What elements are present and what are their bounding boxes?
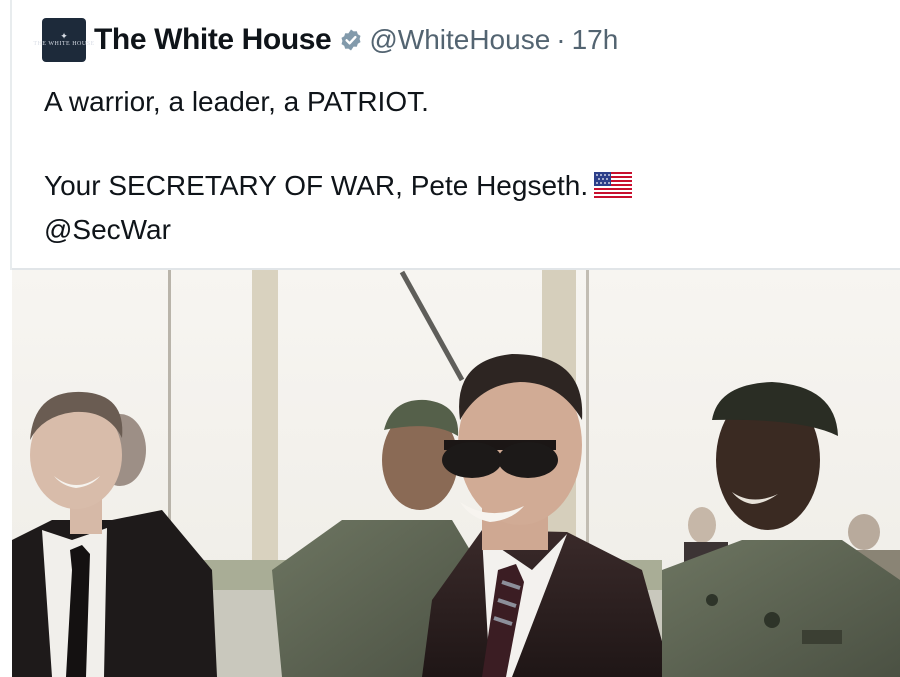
video-frame — [12, 270, 900, 677]
timeline-rule — [10, 0, 12, 270]
avatar-text: THE WHITE HOUSE — [33, 41, 95, 47]
mention-link[interactable]: @SecWar — [44, 208, 864, 252]
crest-icon: ✦ — [60, 31, 68, 41]
verified-badge-icon — [341, 29, 361, 51]
avatar[interactable]: ✦ THE WHITE HOUSE — [33, 18, 94, 62]
media-video[interactable] — [12, 268, 900, 677]
tweet[interactable]: ✦ THE WHITE HOUSE The White House @White… — [0, 0, 900, 677]
us-flag-icon — [594, 172, 633, 198]
author-name[interactable]: The White House — [94, 23, 332, 57]
timestamp[interactable]: 17h — [572, 24, 619, 56]
tweet-text: A warrior, a leader, a PATRIOT. Your SEC… — [44, 80, 864, 252]
separator-dot: · — [556, 24, 566, 55]
tweet-line-2-text: Your SECRETARY OF WAR, Pete Hegseth. — [44, 170, 589, 201]
tweet-header: ✦ THE WHITE HOUSE The White House @White… — [33, 18, 619, 62]
tweet-line-2: Your SECRETARY OF WAR, Pete Hegseth. — [44, 164, 864, 208]
tweet-line-1: A warrior, a leader, a PATRIOT. — [44, 86, 429, 117]
author-handle[interactable]: @WhiteHouse — [369, 24, 550, 56]
